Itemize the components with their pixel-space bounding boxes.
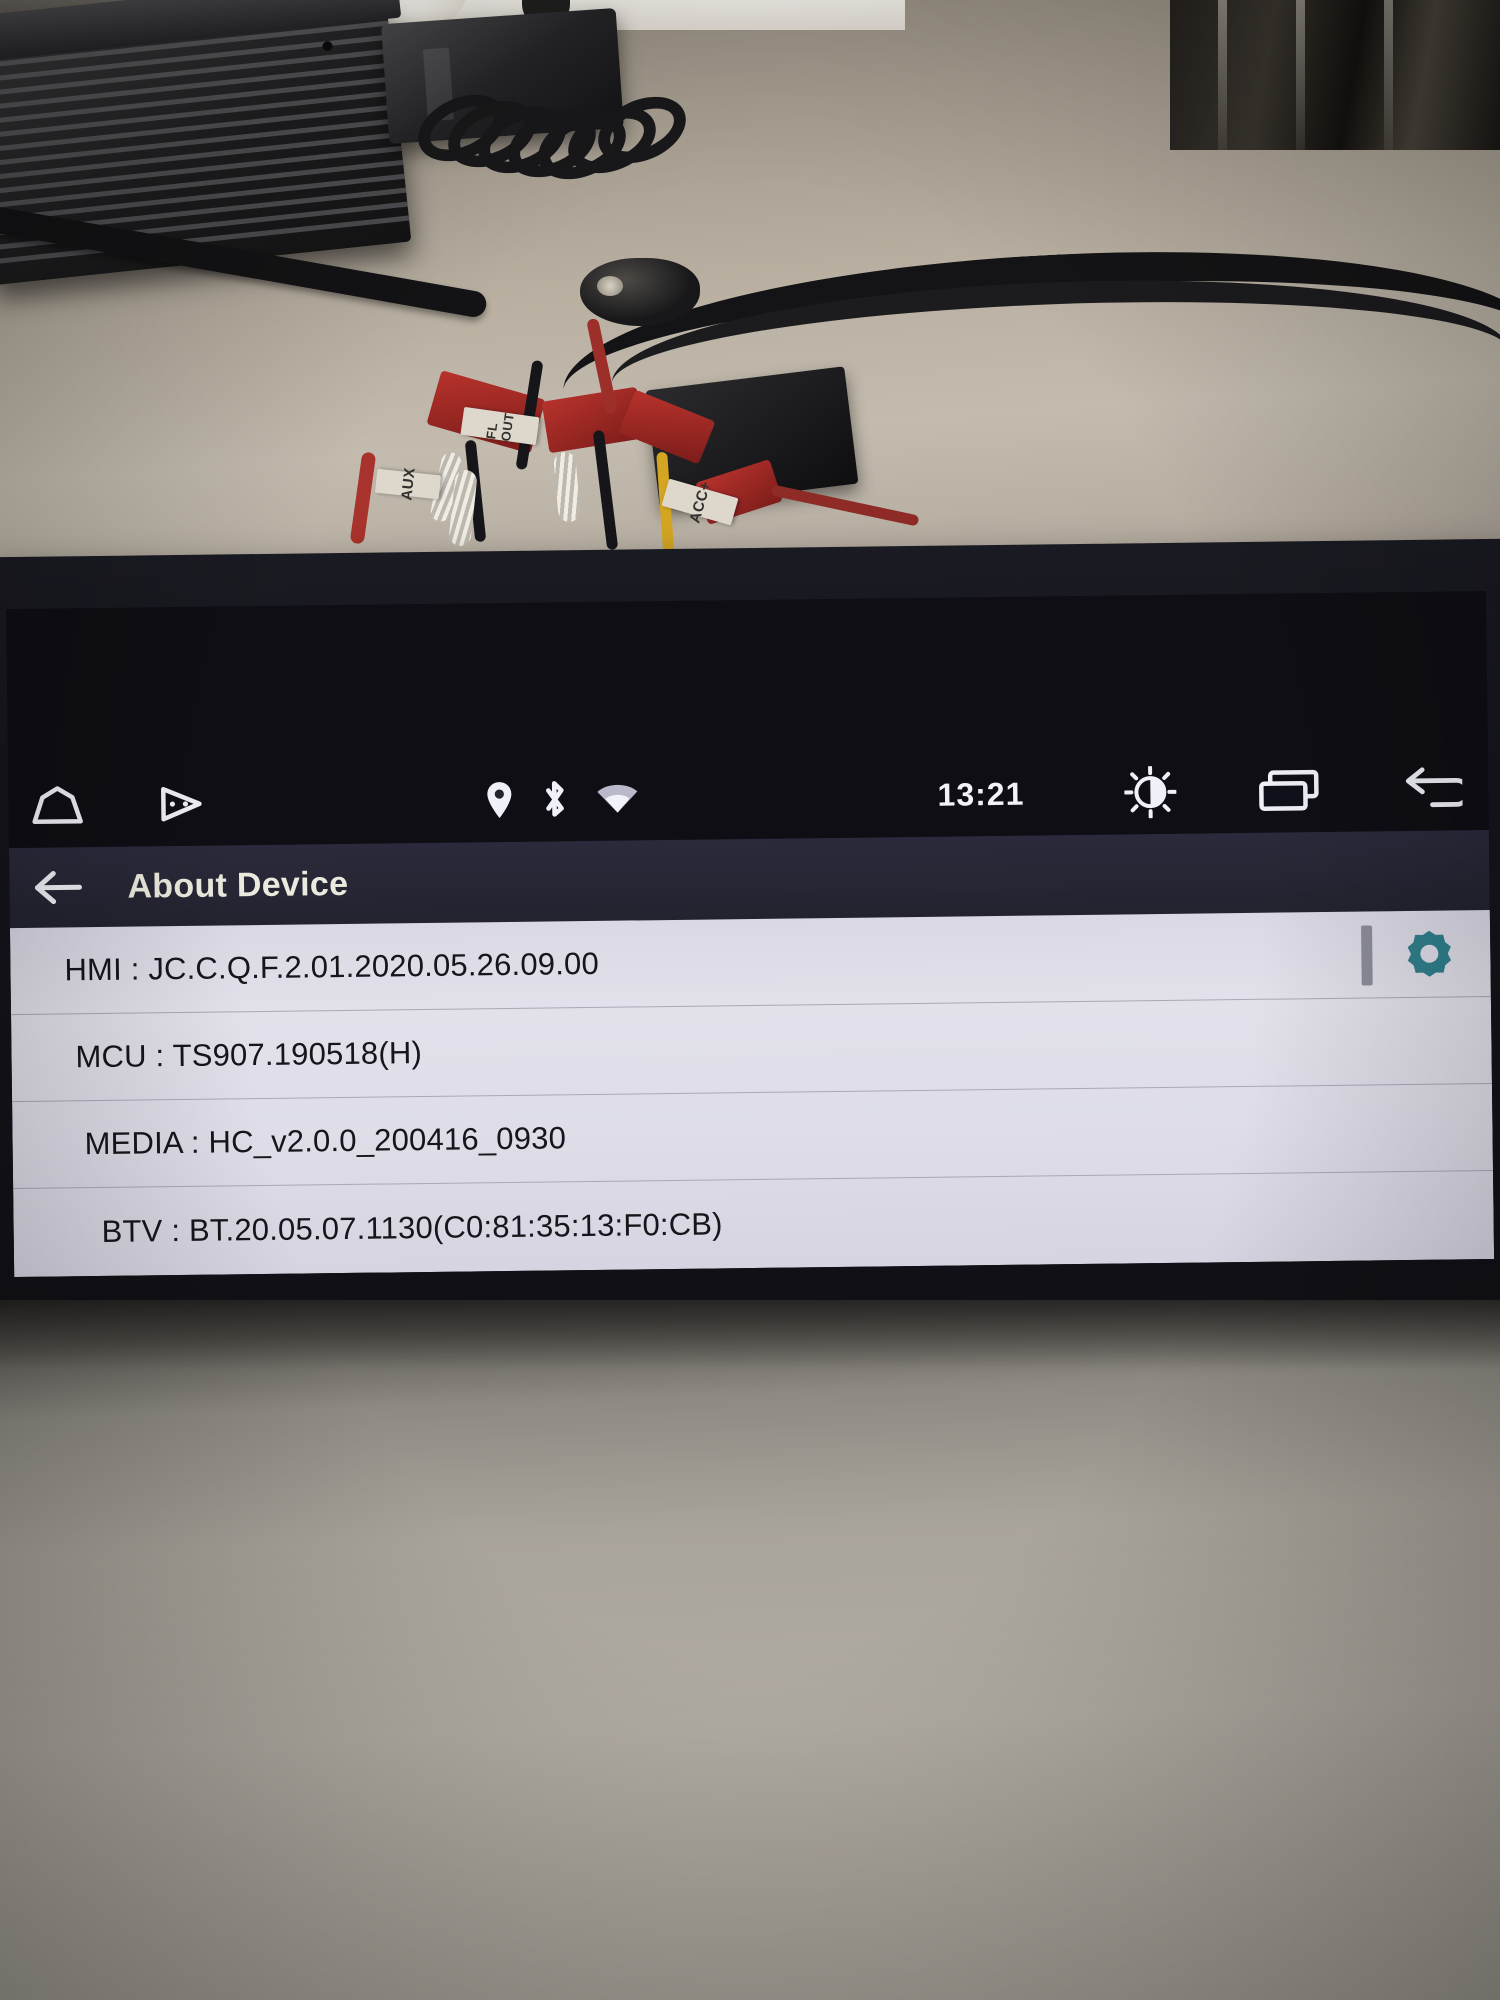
back-arrow-icon[interactable] [31, 869, 83, 906]
desk-surface-foreground [0, 1300, 1500, 2000]
hmi-version-text: HMI : JC.C.Q.F.2.01.2020.05.26.09.00 [64, 945, 600, 988]
head-unit-shadow [0, 1300, 1500, 1370]
gear-icon[interactable] [1406, 930, 1453, 977]
head-unit-screen: 13:21 About Device HMI: JC.C.Q.F.2.01.2… [6, 591, 1495, 1278]
fl-out-wire-tag-text: FL OUT [483, 411, 517, 443]
home-icon[interactable] [30, 785, 84, 826]
bluetooth-icon [539, 778, 570, 820]
mcu-version-text: MCU : TS907.190518(H) [75, 1035, 423, 1075]
btv-version-text: BTV : BT.20.05.07.1130(C0:81:35:13:F0:CB… [101, 1205, 723, 1249]
brightness-icon[interactable] [1124, 765, 1177, 819]
about-device-list[interactable]: HMI : JC.C.Q.F.2.01.2020.05.26.09.00 MCU… [9, 909, 1495, 1278]
aux-wire-tag: AUX [374, 466, 442, 502]
grommet-eyelet [597, 276, 623, 296]
red-wire-right [770, 484, 920, 527]
black-wire-2 [592, 429, 619, 551]
red-wire-left [349, 451, 377, 545]
aux-wire-tag-text: AUX [397, 466, 419, 502]
page-title: About Device [127, 864, 349, 906]
list-scrollbar-thumb[interactable] [1361, 925, 1373, 986]
recents-icon[interactable] [1258, 768, 1321, 813]
back-icon[interactable] [1402, 766, 1463, 811]
white-sheath-2 [552, 451, 582, 523]
acc-wire-tag-text: ACC+ [685, 479, 715, 525]
car-head-unit: 13:21 About Device HMI: JC.C.Q.F.2.01.2… [0, 538, 1500, 1318]
list-item[interactable]: BTV : BT.20.05.07.1130(C0:81:35:13:F0:CB… [13, 1171, 1494, 1276]
wifi-icon [595, 781, 639, 816]
location-icon [485, 780, 513, 820]
cable-grommet [580, 258, 700, 326]
curtain [1170, 0, 1500, 150]
navigation-icon[interactable] [158, 783, 205, 826]
media-version-text: MEDIA : HC_v2.0.0_200416_0930 [84, 1120, 567, 1162]
coiled-cable [407, 60, 700, 250]
status-bar-clock: 13:21 [937, 775, 1025, 813]
